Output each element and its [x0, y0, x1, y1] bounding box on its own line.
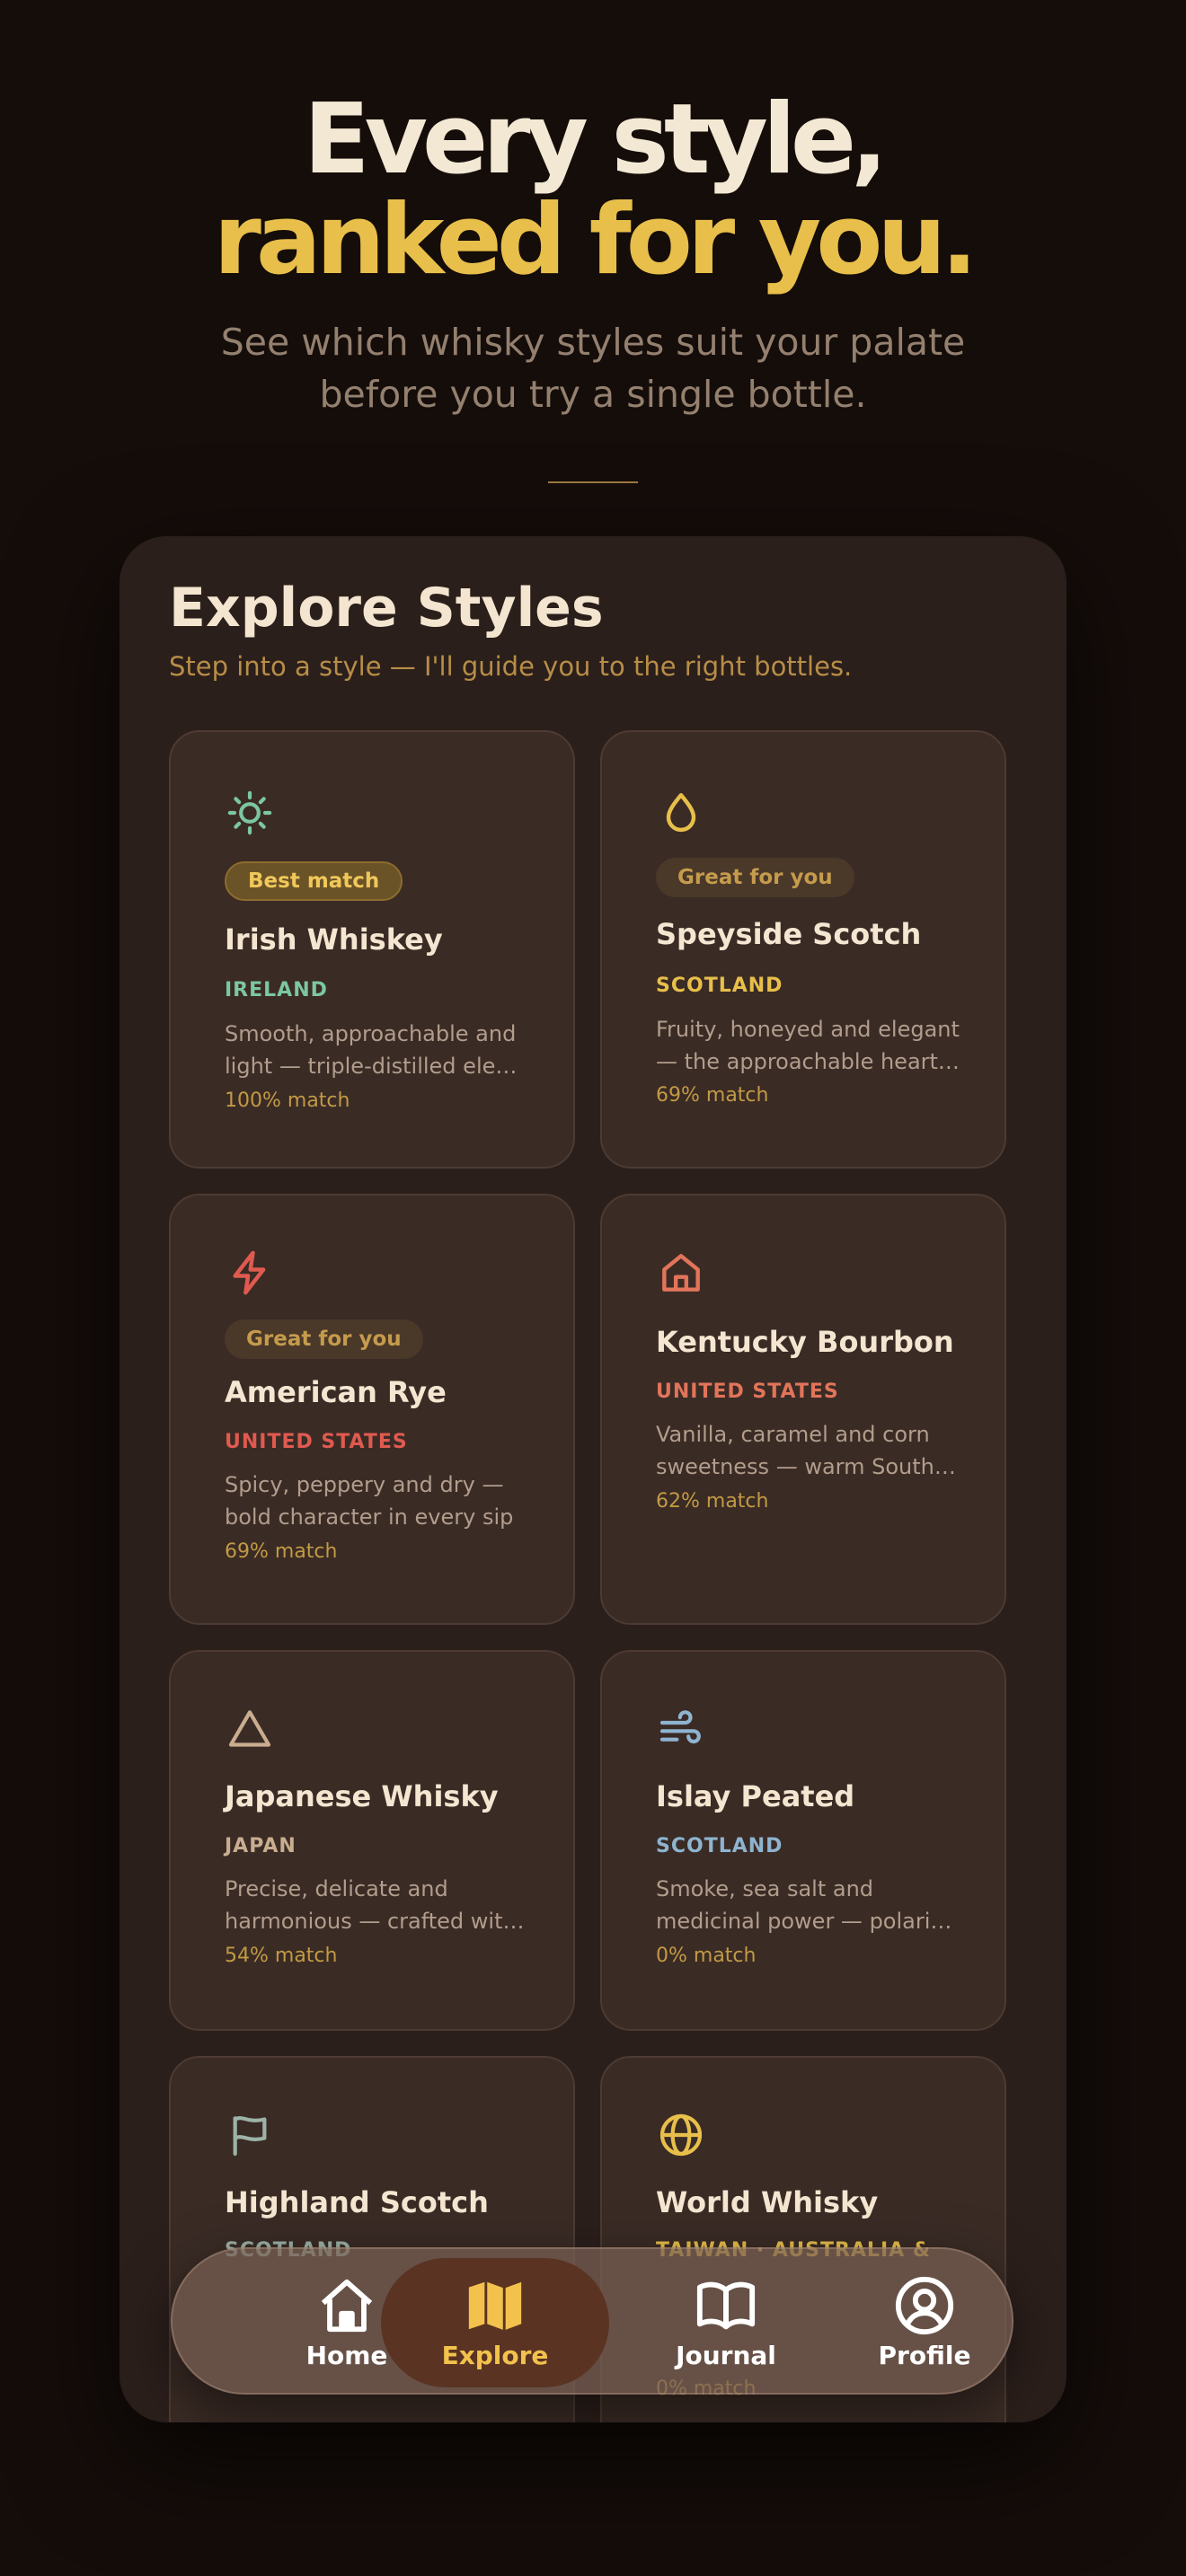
- tab-profile[interactable]: Profile: [826, 2249, 1023, 2396]
- card-description: Precise, delicate and harmonious — craft…: [225, 1873, 530, 1937]
- tab-journal[interactable]: Journal: [627, 2249, 825, 2396]
- house-icon: [662, 1254, 700, 1292]
- hero-divider: [548, 481, 638, 483]
- style-card-kentucky-bourbon[interactable]: Kentucky Bourbon UNITED STATES Vanilla, …: [600, 1194, 1006, 1625]
- hero-subtitle-line1: See which whisky styles suit your palate: [220, 321, 966, 364]
- book-icon: [696, 2281, 756, 2330]
- card-region: IRELAND: [225, 979, 328, 1001]
- tab-explore[interactable]: Explore: [381, 2258, 609, 2387]
- tab-profile-label: Profile: [878, 2341, 971, 2370]
- card-match: 0% match: [656, 1945, 757, 1967]
- card-description-line2: — the approachable heartl…: [656, 1049, 961, 1074]
- card-name: Speyside Scotch: [656, 917, 922, 951]
- card-description: Spicy, peppery and dry — bold character …: [225, 1469, 530, 1533]
- card-description-line1: Smoke, sea salt and: [656, 1876, 874, 1901]
- tab-explore-label: Explore: [441, 2341, 549, 2370]
- card-name: American Rye: [225, 1375, 447, 1409]
- card-name: World Whisky: [656, 2185, 879, 2219]
- card-name: Kentucky Bourbon: [656, 1325, 954, 1359]
- phone-screen: Explore Styles Step into a style — I'll …: [119, 536, 1067, 2422]
- great-for-you-badge: Great for you: [225, 1319, 423, 1359]
- hero-subtitle-line2: before you try a single bottle.: [319, 373, 867, 416]
- sun-icon: [227, 790, 272, 835]
- wind-icon: [659, 1710, 701, 1744]
- card-region: SCOTLAND: [656, 975, 783, 997]
- card-region: UNITED STATES: [225, 1431, 408, 1453]
- best-match-badge: Best match: [225, 861, 403, 901]
- card-region: UNITED STATES: [656, 1381, 839, 1403]
- card-description-line1: Precise, delicate and: [225, 1876, 448, 1901]
- flag-icon: [233, 2116, 267, 2157]
- card-name: Highland Scotch: [225, 2185, 489, 2219]
- card-description-line1: Fruity, honeyed and elegant: [656, 1017, 960, 1042]
- map-icon: [468, 2281, 522, 2330]
- card-region: SCOTLAND: [656, 1835, 783, 1857]
- card-match: 62% match: [656, 1490, 769, 1513]
- card-description-line2: light — triple-distilled eleg…: [225, 1054, 530, 1079]
- card-name: Islay Peated: [656, 1779, 855, 1813]
- card-description-line2: medicinal power — polarisi…: [656, 1909, 961, 1934]
- bottom-tab-bar: Home Explore Journal Profile: [171, 2247, 1013, 2395]
- tab-journal-label: Journal: [676, 2341, 776, 2370]
- card-description-line2: bold character in every sip: [225, 1504, 514, 1530]
- hero-text: Every style, ranked for you. See which w…: [0, 90, 1186, 420]
- globe-icon: [659, 2113, 703, 2157]
- card-match: 69% match: [656, 1084, 769, 1107]
- card-match: 69% match: [225, 1540, 338, 1563]
- card-match: 100% match: [225, 1090, 350, 1112]
- style-card-irish-whiskey[interactable]: Best match Irish Whiskey IRELAND Smooth,…: [169, 730, 575, 1169]
- page-subtitle: Step into a style — I'll guide you to th…: [169, 651, 853, 682]
- home-icon: [321, 2279, 373, 2333]
- card-name: Irish Whiskey: [225, 922, 443, 957]
- card-description: Smooth, approachable and light — triple-…: [225, 1018, 530, 1082]
- style-card-japanese-whisky[interactable]: Japanese Whisky JAPAN Precise, delicate …: [169, 1650, 575, 2031]
- page-title: Explore Styles: [169, 577, 604, 640]
- card-description: Smoke, sea salt and medicinal power — po…: [656, 1873, 961, 1937]
- card-match: 54% match: [225, 1945, 338, 1967]
- droplet-icon: [666, 792, 696, 833]
- style-card-islay-peated[interactable]: Islay Peated SCOTLAND Smoke, sea salt an…: [600, 1650, 1006, 2031]
- card-description-line1: Vanilla, caramel and corn: [656, 1422, 930, 1447]
- card-description-line1: Spicy, peppery and dry —: [225, 1472, 504, 1497]
- style-card-american-rye[interactable]: Great for you American Rye UNITED STATES…: [169, 1194, 575, 1625]
- profile-icon: [895, 2276, 954, 2335]
- card-description-line1: Smooth, approachable and: [225, 1021, 517, 1046]
- card-name: Japanese Whisky: [225, 1779, 499, 1813]
- great-for-you-badge: Great for you: [656, 858, 854, 897]
- card-description: Fruity, honeyed and elegant — the approa…: [656, 1013, 961, 1078]
- card-description: Vanilla, caramel and corn sweetness — wa…: [656, 1418, 961, 1483]
- hero-subtitle: See which whisky styles suit your palate…: [0, 316, 1186, 420]
- hero-title-line1: Every style,: [303, 84, 888, 196]
- hero-title-line2: ranked for you.: [213, 184, 978, 296]
- style-card-speyside-scotch[interactable]: Great for you Speyside Scotch SCOTLAND F…: [600, 730, 1006, 1169]
- triangle-icon: [228, 1710, 271, 1747]
- card-description-line2: sweetness — warm South…: [656, 1454, 956, 1479]
- lightning-icon: [233, 1250, 266, 1295]
- card-region: JAPAN: [225, 1835, 296, 1857]
- card-description-line2: harmonious — crafted with…: [225, 1909, 530, 1934]
